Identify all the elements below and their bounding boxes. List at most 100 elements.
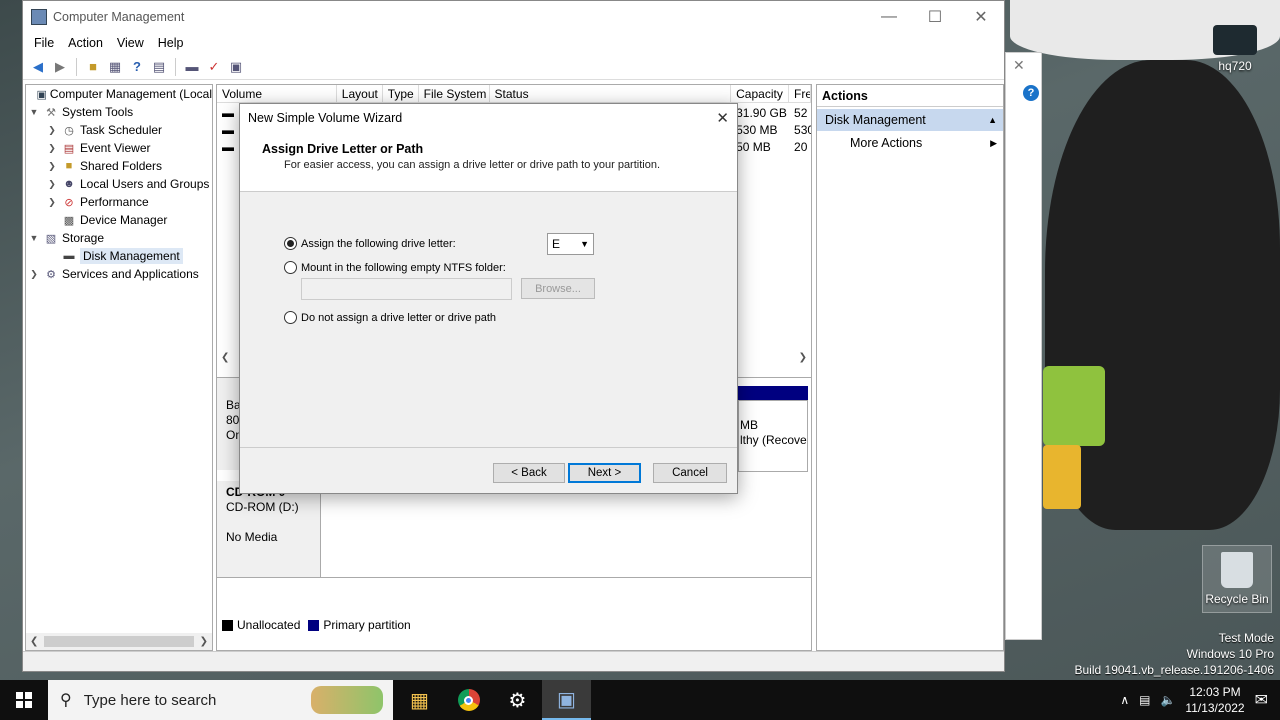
show-hide-tree-icon[interactable]: ▦ [106,58,124,76]
background-window: ✕ ? [1005,52,1042,640]
tree-device-manager[interactable]: ▩ Device Manager [26,211,212,229]
toolbar: ◀ ▶ ■ ▦ ? ▤ ▬ ✓ ▣ [23,54,1004,80]
taskbar-search-box[interactable]: ⚲ Type here to search [48,680,393,720]
console-icon[interactable]: ▣ [227,58,245,76]
checklist-icon[interactable]: ✓ [205,58,223,76]
close-icon[interactable]: ✕ [1013,57,1025,74]
legend-primary: Primary partition [308,618,411,632]
drive-letter-select[interactable]: E ▼ [547,233,594,255]
tree-task-scheduler[interactable]: ❯ ◷ Task Scheduler [26,121,212,139]
tray-overflow-icon[interactable]: ∧ [1120,693,1129,707]
tree-horizontal-scrollbar[interactable]: ❮ ❯ [26,633,212,650]
test-mode-watermark: Test Mode Windows 10 Pro Build 19041.vb_… [1074,631,1275,677]
collapse-up-icon[interactable]: ▲ [988,109,997,131]
storage-icon: ▧ [45,232,57,245]
col-volume[interactable]: Volume [217,85,337,102]
desktop-icon-recycle-bin[interactable]: Recycle Bin [1202,545,1272,613]
col-capacity[interactable]: Capacity [731,85,790,102]
partition-recovery[interactable]: MB lthy (Recove [738,400,808,472]
minimize-button[interactable]: — [866,1,912,32]
col-type[interactable]: Type [383,85,419,102]
menu-action[interactable]: Action [61,36,110,50]
col-status[interactable]: Status [490,85,732,102]
expand-icon[interactable]: ❯ [46,161,58,172]
expand-icon[interactable]: ❯ [46,125,58,136]
volume-icon[interactable]: 🔈 [1160,693,1175,707]
actions-disk-management[interactable]: Disk Management ▲ [817,109,1003,131]
up-folder-icon[interactable]: ■ [84,58,102,76]
col-file-system[interactable]: File System [419,85,490,102]
chrome-icon[interactable] [444,680,493,720]
back-arrow-icon[interactable]: ◀ [29,58,47,76]
expand-icon[interactable]: ❯ [46,179,58,190]
tree-performance[interactable]: ❯ ⊘ Performance [26,193,212,211]
network-icon[interactable]: ▤ [1139,693,1150,707]
scroll-left-icon[interactable]: ❮ [30,636,38,647]
menu-help[interactable]: Help [151,36,191,50]
settings-icon[interactable]: ⚙ [493,680,542,720]
cdrom-0-info[interactable]: CD-ROM 0 CD-ROM (D:) No Media [217,481,321,577]
wizard-subheading: For easier access, you can assign a driv… [284,159,661,171]
wizard-footer: < Back Next > Cancel [240,447,737,493]
desktop-icon-hq720[interactable]: hq720 [1200,25,1270,73]
forward-arrow-icon[interactable]: ▶ [51,58,69,76]
menu-file[interactable]: File [27,36,61,50]
tree-event-viewer[interactable]: ❯ ▤ Event Viewer [26,139,212,157]
radio-mount-folder[interactable] [284,261,297,274]
search-placeholder: Type here to search [83,691,217,709]
wizard-close-icon[interactable]: ✕ [716,109,729,127]
back-button[interactable]: < Back [493,463,565,483]
cancel-button[interactable]: Cancel [653,463,727,483]
computer-icon: ▣ [36,88,47,101]
computer-management-icon [31,8,47,25]
scroll-right-icon[interactable]: ❯ [799,352,807,363]
collapse-icon[interactable]: ▼ [28,107,40,117]
file-explorer-icon[interactable]: ▦ [395,680,444,720]
tree-local-users[interactable]: ❯ ☻ Local Users and Groups [26,175,212,193]
mount-folder-option[interactable]: Mount in the following empty NTFS folder… [284,261,506,274]
tree-root[interactable]: ▣ Computer Management (Local [26,85,213,103]
status-bar [23,651,1004,671]
tree-services[interactable]: ❯ ⚙ Services and Applications [26,265,212,283]
computer-management-taskbar-icon[interactable]: ▣ [542,680,591,720]
toolbar-separator [175,57,176,76]
radio-no-letter[interactable] [284,311,297,324]
wizard-body: Assign the following drive letter: E ▼ Mo… [240,192,737,447]
scroll-left-icon[interactable]: ❮ [221,352,229,363]
properties-icon[interactable]: ▤ [150,58,168,76]
more-actions[interactable]: More Actions ▶ [817,131,1003,155]
collapse-icon[interactable]: ▼ [28,233,40,243]
col-free[interactable]: Fre [789,85,811,102]
browse-button[interactable]: Browse... [521,278,595,299]
expand-icon[interactable]: ❯ [28,269,40,280]
start-button[interactable] [0,680,48,720]
assign-letter-option[interactable]: Assign the following drive letter: [284,237,456,250]
help-icon[interactable]: ? [128,58,146,76]
radio-assign-letter[interactable] [284,237,297,250]
tree-storage[interactable]: ▼ ▧ Storage [26,229,212,247]
no-letter-option[interactable]: Do not assign a drive letter or drive pa… [284,311,496,324]
ntfs-folder-path-input[interactable] [301,278,512,300]
next-button[interactable]: Next > [568,463,641,483]
actions-header: Actions [817,85,1003,107]
search-icon: ⚲ [60,692,72,709]
tree-disk-management[interactable]: ▬ Disk Management [26,247,212,265]
expand-icon[interactable]: ❯ [46,197,58,208]
scroll-right-icon[interactable]: ❯ [200,636,208,647]
connect-icon[interactable]: ▬ [183,58,201,76]
menu-bar: File Action View Help [23,32,1004,54]
expand-icon[interactable]: ❯ [46,143,58,154]
col-layout[interactable]: Layout [337,85,383,102]
wizard-title-bar: New Simple Volume Wizard ✕ [240,104,737,132]
device-manager-icon: ▩ [63,214,75,227]
scrollbar-thumb[interactable] [44,636,194,647]
legend: Unallocated Primary partition [222,618,411,632]
maximize-button[interactable]: ☐ [912,1,958,32]
help-circle-icon[interactable]: ? [1023,85,1039,101]
tree-system-tools[interactable]: ▼ ⚒ System Tools [26,103,212,121]
menu-view[interactable]: View [110,36,151,50]
tree-shared-folders[interactable]: ❯ ■ Shared Folders [26,157,212,175]
notifications-icon[interactable]: ✉ [1255,690,1268,710]
clock[interactable]: 12:03 PM 11/13/2022 [1185,684,1244,716]
close-button[interactable]: ✕ [958,1,1004,32]
